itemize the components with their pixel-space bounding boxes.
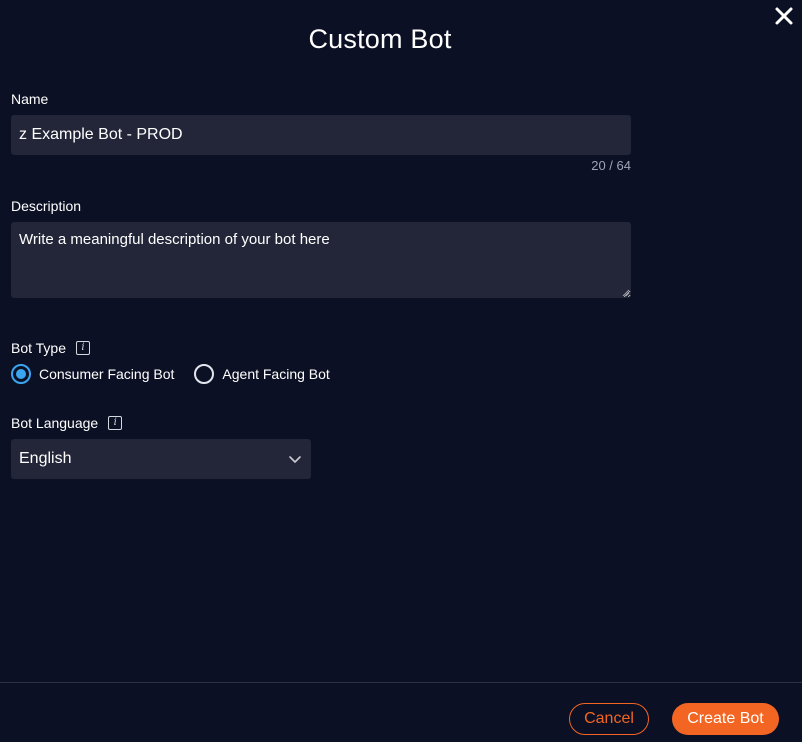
dialog-title: Custom Bot [308, 24, 452, 54]
radio-label: Agent Facing Bot [222, 366, 330, 382]
chevron-down-icon [289, 456, 301, 463]
bot-language-select[interactable]: English [11, 439, 311, 479]
info-icon[interactable]: i [108, 416, 123, 430]
close-icon [775, 7, 793, 25]
radio-agent-facing-bot[interactable]: Agent Facing Bot [194, 364, 330, 384]
description-textarea[interactable] [11, 222, 631, 298]
description-label: Description [11, 198, 81, 214]
name-input[interactable] [11, 115, 631, 155]
radio-label: Consumer Facing Bot [39, 366, 175, 382]
bot-type-label-text: Bot Type [11, 340, 67, 356]
bot-language-label: Bot Language i [11, 415, 123, 431]
description-label-text: Description [11, 198, 82, 214]
bot-type-radio-group: Consumer Facing Bot Agent Facing Bot [11, 364, 330, 384]
name-char-count: 20 / 64 [591, 158, 631, 173]
close-button[interactable] [772, 4, 796, 28]
cancel-button[interactable]: Cancel [569, 703, 649, 735]
radio-unselected-icon [194, 364, 215, 384]
name-label: Name [11, 91, 48, 107]
bot-type-label: Bot Type i [11, 340, 91, 356]
radio-selected-icon [11, 364, 31, 384]
info-icon[interactable]: i [76, 341, 91, 355]
bot-language-selected-value: English [19, 450, 72, 467]
radio-consumer-facing-bot[interactable]: Consumer Facing Bot [11, 364, 174, 384]
footer-divider [0, 682, 802, 683]
custom-bot-dialog: Custom Bot Name 20 / 64 Description Bot … [0, 0, 802, 742]
name-label-text: Name [11, 91, 49, 107]
create-bot-button[interactable]: Create Bot [672, 703, 779, 735]
bot-language-label-text: Bot Language [11, 415, 99, 431]
